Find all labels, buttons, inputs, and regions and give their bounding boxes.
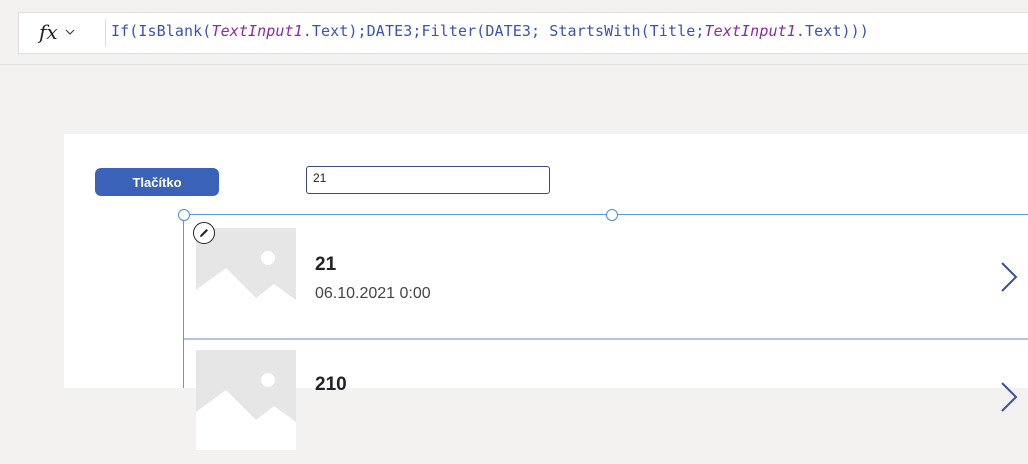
item-subtitle: 06.10.2021 0:00 — [315, 285, 431, 302]
formula-token: .Text))) — [795, 22, 869, 40]
image-placeholder-icon — [196, 350, 296, 450]
tlacitko-button[interactable]: Tlačítko — [95, 168, 219, 196]
fx-dropdown[interactable]: fx — [39, 19, 76, 45]
formula-token: TextInput1 — [211, 22, 303, 40]
formula-input[interactable]: If(IsBlank(TextInput1.Text);DATE3;Filter… — [111, 22, 869, 40]
formula-separator — [105, 19, 106, 47]
item-title: 21 — [315, 254, 337, 275]
gallery-row[interactable]: 21 06.10.2021 0:00 — [184, 222, 1028, 342]
gallery-row[interactable]: 210 — [184, 344, 1028, 464]
selection-handle[interactable] — [178, 209, 190, 221]
chevron-right-icon[interactable] — [999, 380, 1019, 414]
formula-token: If(IsBlank( — [111, 22, 212, 40]
chevron-down-icon — [65, 29, 75, 35]
fx-icon: fx — [39, 20, 58, 44]
formula-token: TextInput1 — [704, 22, 796, 40]
row-separator — [184, 338, 1028, 340]
image-placeholder-icon — [196, 228, 296, 328]
formula-token: .Text);DATE3;Filter(DATE3; StartsWith(Ti… — [302, 22, 705, 40]
chevron-right-icon[interactable] — [999, 260, 1019, 294]
text-input[interactable]: 21 — [306, 166, 550, 194]
selection-handle[interactable] — [606, 209, 618, 221]
formula-bar: fx If(IsBlank(TextInput1.Text);DATE3;Fil… — [0, 0, 1028, 65]
item-title: 210 — [315, 374, 347, 395]
edit-icon[interactable] — [193, 222, 215, 244]
formula-bar-box[interactable]: fx If(IsBlank(TextInput1.Text);DATE3;Fil… — [18, 12, 1028, 54]
